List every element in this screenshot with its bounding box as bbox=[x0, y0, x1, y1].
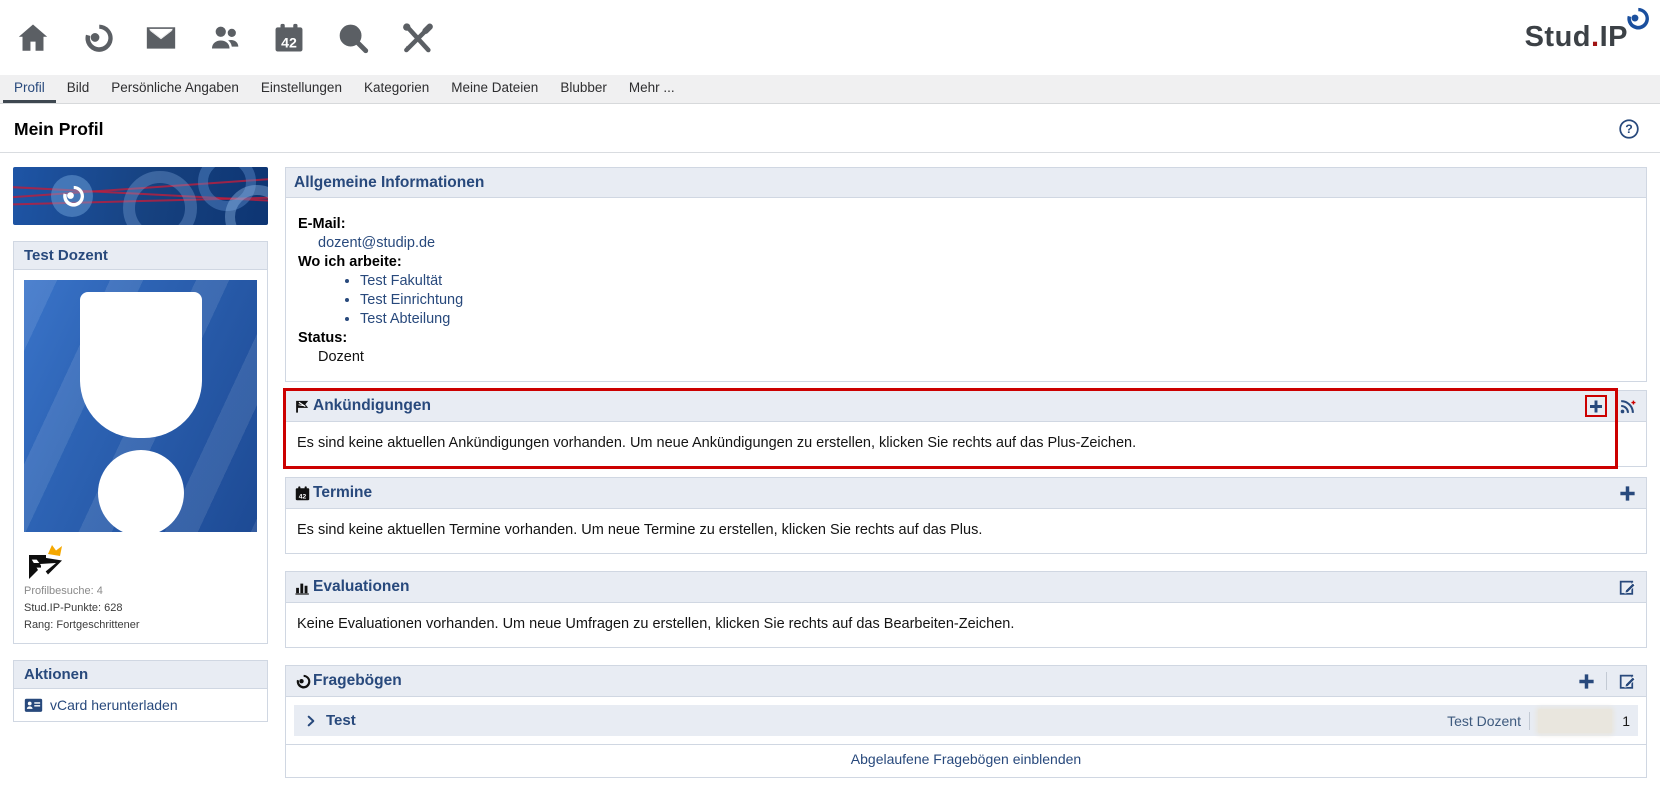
status-value: Dozent bbox=[298, 348, 1634, 367]
questionnaire-row-test[interactable]: Test Test Dozent 1 bbox=[294, 705, 1638, 736]
tab-mehr[interactable]: Mehr ... bbox=[618, 75, 686, 103]
title-bar: Mein Profil ? bbox=[0, 104, 1660, 153]
row-divider bbox=[1529, 712, 1530, 730]
questionnaires-widget: Fragebögen bbox=[285, 665, 1647, 778]
questionnaire-author-link[interactable]: Test Dozent bbox=[1447, 713, 1521, 729]
announcements-empty-text: Es sind keine aktuellen Ankündigungen vo… bbox=[286, 422, 1646, 466]
profile-nav: Profil Bild Persönliche Angaben Einstell… bbox=[0, 75, 1660, 104]
tab-profil[interactable]: Profil bbox=[3, 75, 56, 103]
evaluations-chart-icon bbox=[294, 579, 311, 596]
profile-box-title: Test Dozent bbox=[14, 242, 267, 270]
stat-rank: Rang: Fortgeschrittener bbox=[24, 618, 257, 633]
tab-blubber[interactable]: Blubber bbox=[549, 75, 618, 103]
work-list: Test Fakultät Test Einrichtung Test Abte… bbox=[298, 272, 1634, 329]
add-questionnaire-button[interactable] bbox=[1575, 670, 1597, 692]
stat-profile-visits: Profilbesuche: 4 bbox=[24, 584, 257, 599]
add-announcement-button[interactable] bbox=[1585, 395, 1607, 417]
announcements-widget: Ankündigungen Es bbox=[285, 390, 1647, 467]
show-expired-questionnaires-link[interactable]: Abgelaufene Fragebögen einblenden bbox=[851, 751, 1081, 767]
questionnaires-vote-icon bbox=[294, 673, 311, 690]
announcements-icon bbox=[294, 398, 311, 415]
edit-evaluations-button[interactable] bbox=[1616, 576, 1638, 598]
questionnaire-answer-count: 1 bbox=[1620, 713, 1630, 729]
courses-swirl-icon[interactable] bbox=[78, 19, 116, 57]
main-content: Allgemeine Informationen E-Mail: dozent@… bbox=[285, 167, 1647, 787]
general-info-widget: Allgemeine Informationen E-Mail: dozent@… bbox=[285, 167, 1647, 382]
rss-feed-button[interactable] bbox=[1616, 395, 1638, 417]
actions-box: Aktionen vCard herunterladen bbox=[13, 660, 268, 722]
chevron-right-icon bbox=[304, 714, 318, 728]
questionnaire-name: Test bbox=[326, 712, 356, 729]
logo-swirl-icon bbox=[1623, 5, 1650, 32]
edit-questionnaires-button[interactable] bbox=[1616, 670, 1638, 692]
mail-icon[interactable] bbox=[142, 19, 180, 57]
evaluations-widget: Evaluationen Keine Evaluationen vorhande… bbox=[285, 571, 1647, 648]
banner-swirl-icon bbox=[51, 175, 93, 217]
dates-calendar-icon: 42 bbox=[294, 485, 311, 502]
dates-title: Termine bbox=[313, 484, 372, 502]
sidebar: Test Dozent Profilbesuc bbox=[13, 167, 268, 787]
tab-meine-dateien[interactable]: Meine Dateien bbox=[440, 75, 549, 103]
sidebar-banner-image bbox=[13, 167, 268, 225]
tab-kategorien[interactable]: Kategorien bbox=[353, 75, 440, 103]
help-icon[interactable]: ? bbox=[1618, 118, 1640, 140]
actions-box-title: Aktionen bbox=[14, 661, 267, 689]
status-label: Status: bbox=[298, 329, 1634, 348]
profile-box: Test Dozent Profilbesuc bbox=[13, 241, 268, 644]
announcements-title: Ankündigungen bbox=[313, 397, 431, 415]
email-label: E-Mail: bbox=[298, 215, 1634, 234]
work-label: Wo ich arbeite: bbox=[298, 253, 1634, 272]
tab-einstellungen[interactable]: Einstellungen bbox=[250, 75, 353, 103]
logo-text-1: Stud bbox=[1525, 21, 1591, 53]
tab-bild[interactable]: Bild bbox=[56, 75, 101, 103]
page-title: Mein Profil bbox=[14, 119, 103, 140]
schedule-calendar-icon[interactable]: 42 bbox=[270, 19, 308, 57]
evaluations-empty-text: Keine Evaluationen vorhanden. Um neue Um… bbox=[286, 603, 1646, 647]
work-item-abteilung[interactable]: Test Abteilung bbox=[360, 311, 450, 327]
profile-avatar[interactable] bbox=[24, 280, 257, 532]
top-bar: 42 Stud.IP bbox=[0, 0, 1660, 75]
general-info-title: Allgemeine Informationen bbox=[294, 174, 484, 192]
evaluations-title: Evaluationen bbox=[313, 578, 409, 596]
work-item-einrichtung[interactable]: Test Einrichtung bbox=[360, 292, 463, 308]
score-rank-icon[interactable] bbox=[26, 542, 68, 582]
vcard-download-link[interactable]: vCard herunterladen bbox=[50, 697, 178, 713]
logo-dot: . bbox=[1591, 21, 1600, 53]
vcard-icon bbox=[24, 698, 43, 713]
questionnaires-title: Fragebögen bbox=[313, 672, 402, 690]
add-date-button[interactable] bbox=[1616, 482, 1638, 504]
stat-studip-points: Stud.IP-Punkte: 628 bbox=[24, 601, 257, 616]
home-icon[interactable] bbox=[14, 19, 52, 57]
svg-text:?: ? bbox=[1625, 122, 1633, 136]
header-divider bbox=[1606, 672, 1607, 690]
svg-text:42: 42 bbox=[299, 493, 307, 500]
tools-icon[interactable] bbox=[398, 19, 436, 57]
studip-logo[interactable]: Stud.IP bbox=[1525, 21, 1642, 54]
dates-empty-text: Es sind keine aktuellen Termine vorhande… bbox=[286, 509, 1646, 553]
search-icon[interactable] bbox=[334, 19, 372, 57]
calendar-day-number: 42 bbox=[281, 35, 297, 51]
dates-widget: 42 Termine Es sind keine aktuellen Termi… bbox=[285, 477, 1647, 554]
tab-persoenliche-angaben[interactable]: Persönliche Angaben bbox=[100, 75, 250, 103]
redacted-area bbox=[1538, 709, 1612, 733]
work-item-fakultaet[interactable]: Test Fakultät bbox=[360, 273, 442, 289]
email-link[interactable]: dozent@studip.de bbox=[318, 235, 435, 251]
community-icon[interactable] bbox=[206, 19, 244, 57]
